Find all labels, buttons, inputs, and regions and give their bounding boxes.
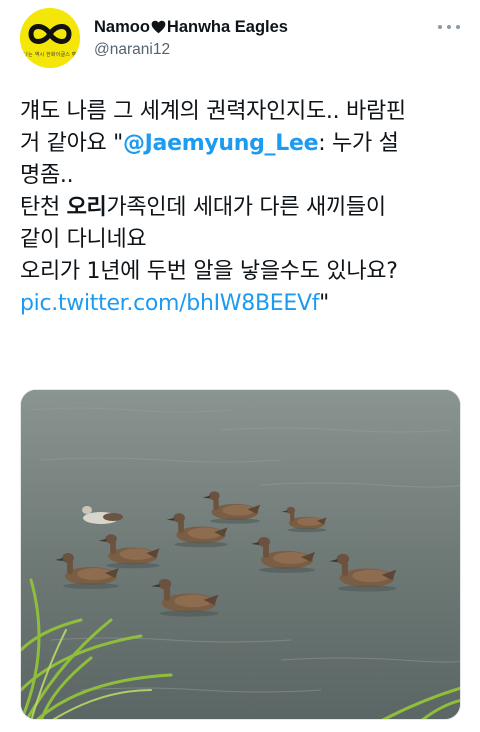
mention-link[interactable]: @Jaemyung_Lee	[123, 131, 319, 156]
tweet-text: 걔도 나름 그 세계의 권력자인지도.. 바람핀 거 같아요 "@Jaemyun…	[20, 96, 466, 320]
tweet-line-6: 오리가 1년에 두번 알을 낳을수도 있나요?	[20, 259, 398, 284]
tweet-bold-word: 오리	[66, 195, 107, 220]
ducks-on-water-image	[21, 390, 460, 719]
dot	[456, 25, 460, 29]
avatar[interactable]: 나는 역시 한화이글스 팬	[20, 8, 80, 68]
tweet-line-4-prefix: 탄천	[20, 195, 67, 220]
tweet-line-2: 거 같아요 "@Jaemyung_Lee: 누가 설	[20, 128, 466, 160]
pic-link[interactable]: pic.twitter.com/bhIW8BEEVf	[20, 291, 319, 316]
display-name[interactable]: Namoo Hanwha Eagles	[94, 16, 288, 38]
infinity-logo-icon	[20, 8, 80, 68]
display-name-left: Namoo	[94, 18, 150, 36]
user-block[interactable]: Namoo Hanwha Eagles @narani12	[94, 16, 288, 61]
dot	[438, 25, 442, 29]
tweet-line-2-suffix: : 누가 설	[318, 131, 399, 156]
tweet-line-7: pic.twitter.com/bhIW8BEEVf"	[20, 288, 466, 320]
tweet-line-3: 명좀..	[20, 163, 74, 188]
tweet-line-2-prefix: 거 같아요 "	[20, 131, 123, 156]
more-options-icon[interactable]	[438, 22, 460, 32]
user-handle[interactable]: @narani12	[94, 39, 288, 61]
display-name-right: Hanwha Eagles	[166, 18, 288, 36]
dot	[447, 25, 451, 29]
link-suffix: "	[319, 291, 329, 316]
heart-icon	[151, 20, 166, 34]
tweet-line-4: 탄천 오리가족인데 세대가 다른 새끼들이	[20, 192, 466, 224]
tweet-line-4-suffix: 가족인데 세대가 다른 새끼들이	[106, 195, 386, 220]
avatar-caption: 나는 역시 한화이글스 팬	[23, 52, 77, 58]
tweet-line-1: 걔도 나름 그 세계의 권력자인지도.. 바람핀	[20, 99, 406, 124]
tweet-card: 나는 역시 한화이글스 팬 Namoo Hanwha Eagles @naran…	[0, 0, 480, 732]
tweet-line-5: 같이 다니네요	[20, 227, 147, 252]
tweet-photo[interactable]	[20, 389, 461, 720]
